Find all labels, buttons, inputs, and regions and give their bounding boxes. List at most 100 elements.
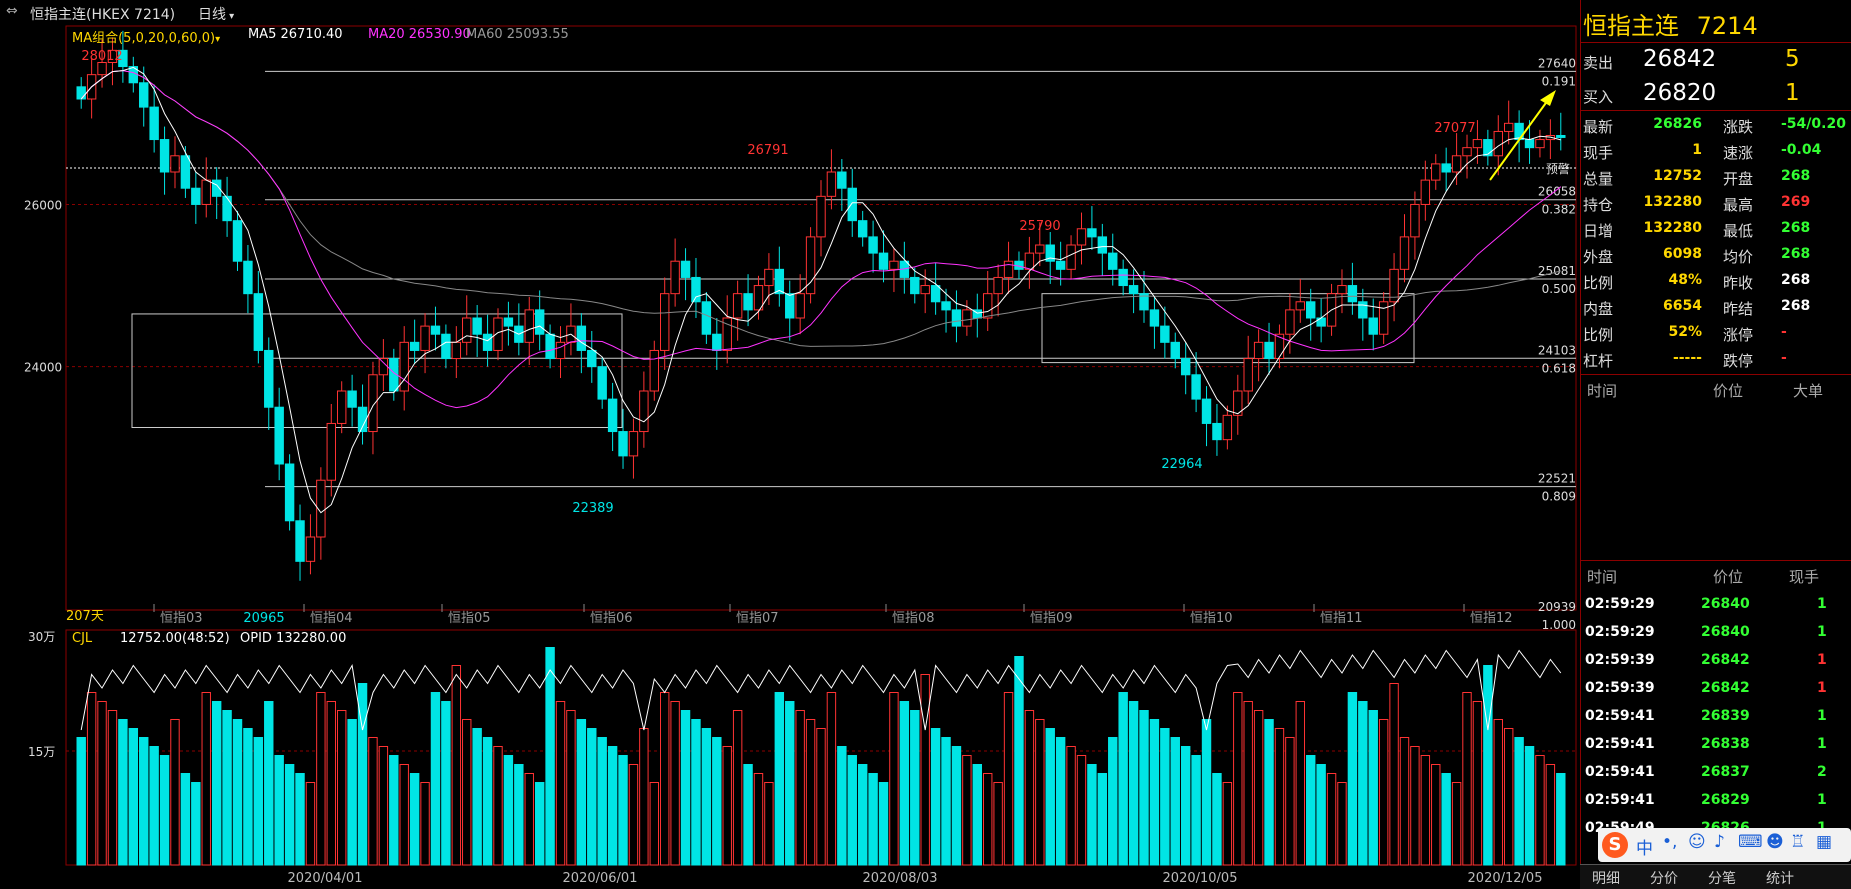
tick-row: 02:59:39 26842 1 (1581, 646, 1851, 674)
volume-bar (1493, 719, 1503, 866)
emoji-icon[interactable]: ☺ (1688, 832, 1706, 852)
tick-header-hand: 现手 (1789, 568, 1820, 586)
kline-chart-svg[interactable]: 26000 24000 27640 0.191 26058 0.382 25081 0.500… (0, 0, 1580, 888)
quote-label: 开盘 (1723, 170, 1754, 188)
ma-group-selector[interactable]: MA组合(5,0,20,0,60,0)▾ (72, 27, 220, 46)
date-label: 2020/04/01 (288, 871, 363, 886)
quote-row: 日增 132280 最低 268 (1581, 216, 1851, 242)
kline-chart-area[interactable]: 26000 24000 27640 0.191 26058 0.382 25081 0.500… (0, 0, 1580, 888)
tab-3[interactable]: 统计 (1766, 868, 1794, 888)
volume-bar (910, 710, 920, 866)
quote-value: 268 (1781, 168, 1811, 184)
fib-price-label: 22521 (1538, 472, 1576, 486)
shirt-icon[interactable]: ♖ (1790, 832, 1805, 852)
symbol-title[interactable]: 恒指主连(HKEX 7214) (30, 4, 175, 24)
volume-bar (868, 773, 878, 866)
volume-bar (274, 755, 284, 866)
volume-bar (534, 782, 545, 866)
volume-bar (1358, 701, 1368, 866)
volume-bar (1118, 692, 1128, 866)
bid-price: 26820 (1643, 80, 1717, 106)
tick-time: 02:59:41 (1585, 764, 1655, 780)
volume-bar (1503, 728, 1514, 866)
quote-label: 跌停 (1723, 352, 1754, 370)
big-header-time: 时间 (1587, 382, 1618, 400)
volume-bar (920, 674, 930, 866)
user-icon[interactable]: ☻ (1766, 832, 1784, 852)
candle-body (732, 293, 743, 319)
volume-bar (1160, 728, 1170, 866)
candle-body (795, 293, 805, 319)
tab-1[interactable]: 分价 (1650, 868, 1678, 888)
candle-body (941, 301, 951, 311)
title-bar: ⇔ 恒指主连(HKEX 7214) 日线 ▾ (0, 0, 1580, 26)
ma-group-label: MA组合(5,0,20,0,60,0) (72, 31, 216, 46)
volume-bar (295, 773, 305, 866)
period-selector[interactable]: 日线 ▾ (198, 4, 234, 24)
volume-bar (1180, 746, 1191, 866)
candle-body (430, 325, 441, 335)
chart-toggle-icon[interactable]: ⇔ (6, 3, 18, 19)
sogou-logo-icon[interactable]: S (1602, 832, 1628, 858)
tick-row: 02:59:29 26840 1 (1581, 590, 1851, 618)
candle-body (149, 106, 159, 141)
fib-ratio-label: 1.000 (1542, 618, 1576, 632)
price-panel-frame (65, 25, 1577, 611)
volume-bar (524, 773, 534, 866)
volume-bar (618, 755, 628, 866)
tick-header-price: 价位 (1713, 568, 1744, 586)
volume-bar (555, 701, 566, 866)
tab-0[interactable]: 明细 (1592, 868, 1620, 888)
candle-body (951, 309, 962, 327)
volume-bar (639, 728, 649, 866)
quote-label: 持仓 (1583, 196, 1614, 214)
ime-toolbar[interactable]: S 中 •, ☺ ♪ ⌨ ☻ ♖ ▦ (1598, 828, 1851, 862)
fib-ratio-label: 0.809 (1542, 490, 1576, 504)
candle-body (1462, 147, 1472, 157)
candle-body (1503, 122, 1514, 132)
volume-bar (1514, 737, 1524, 866)
candle-body (607, 398, 618, 433)
candle-body (826, 171, 837, 197)
ime-mode-label[interactable]: 中 (1636, 834, 1653, 859)
candle-body (618, 431, 628, 457)
tick-price: 26837 (1701, 764, 1750, 780)
volume-bar (993, 782, 1003, 866)
candle-body (201, 179, 211, 205)
volume-bar (1451, 782, 1462, 866)
volume-bar (1045, 728, 1055, 866)
candle-body (1003, 260, 1014, 278)
candle-body (628, 431, 639, 457)
microphone-icon[interactable]: ♪ (1714, 832, 1725, 852)
volume-bar (951, 746, 962, 866)
volume-bar (1535, 755, 1545, 866)
grid-menu-icon[interactable]: ▦ (1816, 832, 1832, 852)
tick-row: 02:59:41 26837 2 (1581, 758, 1851, 786)
fib-ratio-label: 0.191 (1542, 74, 1576, 88)
volume-bar (1128, 701, 1139, 866)
quote-label: 比例 (1583, 326, 1614, 344)
candle-body (1451, 155, 1462, 173)
tick-volume: 2 (1817, 764, 1827, 780)
tick-time: 02:59:29 (1585, 624, 1655, 640)
date-label: 2020/12/05 (1468, 871, 1543, 886)
candle-body (868, 236, 878, 254)
quote-value: 268 (1781, 298, 1811, 314)
volume-bar (847, 755, 857, 866)
tab-2[interactable]: 分笔 (1708, 868, 1736, 888)
volume-bar (1035, 719, 1045, 866)
volume-bar (1066, 746, 1076, 866)
quote-row: 比例 52% 涨停 - (1581, 320, 1851, 346)
volume-bar (430, 692, 441, 866)
candle-body (1253, 341, 1264, 360)
punctuation-icon[interactable]: •, (1662, 832, 1677, 852)
candle-body (253, 293, 264, 351)
tick-price: 26842 (1701, 652, 1750, 668)
quote-label: 昨结 (1723, 300, 1754, 318)
candle-body (920, 285, 930, 295)
candle-body (222, 195, 232, 222)
candle-body (139, 82, 149, 108)
keyboard-icon[interactable]: ⌨ (1738, 832, 1763, 852)
quote-label: 内盘 (1583, 300, 1614, 318)
volume-bar (420, 782, 430, 866)
